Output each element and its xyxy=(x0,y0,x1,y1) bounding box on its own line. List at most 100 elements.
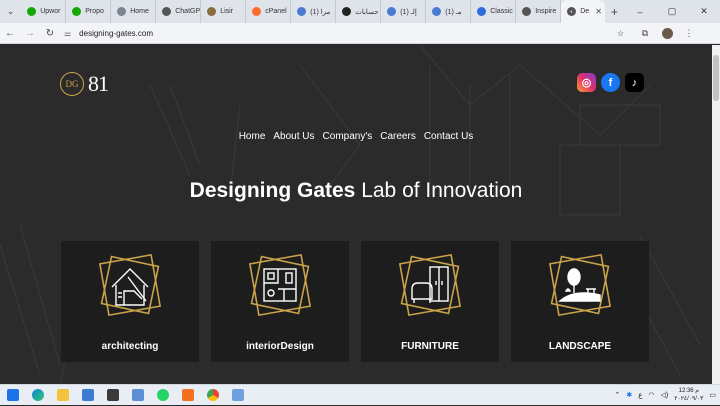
browser-tab[interactable]: Lisir xyxy=(201,0,247,23)
tab-label: (1) مرا xyxy=(310,8,331,16)
card-interior-design[interactable]: interiorDesign xyxy=(211,241,349,362)
bluetooth-icon[interactable]: ✱ xyxy=(626,391,632,399)
volume-icon[interactable]: ◁) xyxy=(661,391,669,399)
floorplan-icon xyxy=(248,253,312,317)
xampp-icon[interactable] xyxy=(175,385,200,406)
nav-careers[interactable]: Careers xyxy=(380,131,416,142)
page-headline: Designing Gates Lab of Innovation xyxy=(0,179,712,203)
profile-avatar[interactable] xyxy=(656,27,678,39)
tab-favicon-icon xyxy=(207,7,217,16)
tab-label: (1) مـ xyxy=(445,8,462,16)
start-button[interactable] xyxy=(0,385,25,406)
furniture-icon xyxy=(398,253,462,317)
browser-tab[interactable]: (1) مرا xyxy=(291,0,337,23)
tab-favicon-icon xyxy=(342,7,352,16)
bookmark-star-icon[interactable]: ☆ xyxy=(617,29,624,38)
landscape-icon xyxy=(548,253,612,317)
tab-label: (1) إلـ xyxy=(400,8,417,16)
tab-label: Propo xyxy=(85,8,104,15)
site-favicon-icon: ◐ xyxy=(567,7,577,16)
browser-tab[interactable]: Inspire xyxy=(516,0,562,23)
browser-tab[interactable]: Propo xyxy=(66,0,112,23)
browser-tab[interactable]: cPanel xyxy=(246,0,292,23)
notepad-icon[interactable] xyxy=(225,385,250,406)
notifications-icon[interactable]: ▭ xyxy=(709,391,716,399)
new-tab-button[interactable]: + xyxy=(605,0,624,23)
logo-number: 81 xyxy=(88,71,109,96)
card-furniture[interactable]: FURNITURE xyxy=(361,241,499,362)
logo-emblem: DG xyxy=(60,72,84,96)
tab-favicon-icon xyxy=(27,7,37,16)
whatsapp-icon[interactable] xyxy=(150,385,175,406)
chrome-icon[interactable] xyxy=(200,385,225,406)
windows-taskbar: ⌃ ✱ ع ◠ ◁) 12:36 م ٢٠٢٤/٠٩/٠٣ ▭ xyxy=(0,384,720,405)
forward-icon[interactable]: → xyxy=(20,23,40,44)
tab-active[interactable]: ◐ De ✕ xyxy=(561,0,605,23)
web-page: DG 81 ◎ f ♪ Home About Us Company's Care… xyxy=(0,45,712,384)
scrollbar-thumb[interactable] xyxy=(713,55,719,101)
browser-tab[interactable]: Home xyxy=(111,0,157,23)
clock-time: 12:36 م xyxy=(678,388,700,394)
tab-favicon-icon xyxy=(477,7,487,16)
mail-icon[interactable] xyxy=(100,385,125,406)
tab-favicon-icon xyxy=(297,7,307,16)
browser-tab[interactable]: Classic xyxy=(471,0,517,23)
browser-tab[interactable]: (1) مـ xyxy=(426,0,472,23)
tab-label: حسابات xyxy=(355,8,379,16)
tab-favicon-icon xyxy=(252,7,262,16)
clock[interactable]: 12:36 م ٢٠٢٤/٠٩/٠٣ xyxy=(674,387,703,403)
tab-label: cPanel xyxy=(265,8,287,15)
tab-close-icon[interactable]: ✕ xyxy=(595,7,602,16)
tab-label: Home xyxy=(130,8,149,15)
store-icon[interactable] xyxy=(75,385,100,406)
social-links: ◎ f ♪ xyxy=(577,73,644,92)
url-field[interactable]: ⚌ designing-gates.com ☆ xyxy=(64,25,624,41)
clock-date: ٢٠٢٤/٠٩/٠٣ xyxy=(674,396,704,402)
maximize-button[interactable]: ▢ xyxy=(656,0,688,23)
card-label: LANDSCAPE xyxy=(548,341,612,352)
card-label: architecting xyxy=(101,341,159,352)
browser-tab[interactable]: (1) إلـ xyxy=(381,0,427,23)
url-text: designing-gates.com xyxy=(79,28,153,38)
site-info-icon[interactable]: ⚌ xyxy=(64,29,71,38)
extensions-icon[interactable]: ⧉ xyxy=(634,28,656,39)
close-window-button[interactable]: ✕ xyxy=(688,0,720,23)
browser-tab[interactable]: حسابات xyxy=(336,0,382,23)
file-explorer-icon[interactable] xyxy=(50,385,75,406)
nav-contact-us[interactable]: Contact Us xyxy=(424,131,473,142)
tab-favicon-icon xyxy=(162,7,172,16)
main-nav: Home About Us Company's Careers Contact … xyxy=(0,131,712,142)
facebook-icon[interactable]: f xyxy=(601,73,620,92)
back-icon[interactable]: ← xyxy=(0,23,20,44)
tab-label: ChatGP xyxy=(175,8,201,15)
tab-favicon-icon xyxy=(387,7,397,16)
card-landscape[interactable]: LANDSCAPE xyxy=(511,241,649,362)
edge-icon[interactable] xyxy=(25,385,50,406)
menu-kebab-icon[interactable]: ⋮ xyxy=(678,28,700,39)
browser-tab[interactable]: ChatGP xyxy=(156,0,202,23)
reload-icon[interactable]: ↻ xyxy=(40,23,60,44)
tab-favicon-icon xyxy=(72,7,82,16)
nav-about-us[interactable]: About Us xyxy=(273,131,314,142)
card-architecting[interactable]: architecting xyxy=(61,241,199,362)
nav-companys[interactable]: Company's xyxy=(323,131,373,142)
computer-icon[interactable] xyxy=(125,385,150,406)
minimize-button[interactable]: ‒ xyxy=(624,0,656,23)
wifi-icon[interactable]: ◠ xyxy=(648,391,654,399)
tab-label: Lisir xyxy=(220,8,234,15)
nav-home[interactable]: Home xyxy=(239,131,266,142)
card-label: FURNITURE xyxy=(401,341,459,352)
instagram-icon[interactable]: ◎ xyxy=(577,73,596,92)
tiktok-icon[interactable]: ♪ xyxy=(625,73,644,92)
window-controls: ‒ ▢ ✕ xyxy=(624,0,720,23)
language-indicator[interactable]: ع xyxy=(638,391,642,399)
browser-tab[interactable]: Upwor xyxy=(21,0,67,23)
architecture-icon xyxy=(98,253,162,317)
site-logo[interactable]: DG 81 xyxy=(60,71,109,97)
tray-chevron-icon[interactable]: ⌃ xyxy=(614,391,620,399)
tab-label: Upwor xyxy=(40,8,61,15)
card-label: interiorDesign xyxy=(246,341,314,352)
service-cards: architecting interiorDesign FURNITURE LA… xyxy=(61,241,649,362)
page-scrollbar[interactable] xyxy=(712,45,720,384)
tab-search-chevron-icon[interactable]: ⌄ xyxy=(0,0,21,23)
